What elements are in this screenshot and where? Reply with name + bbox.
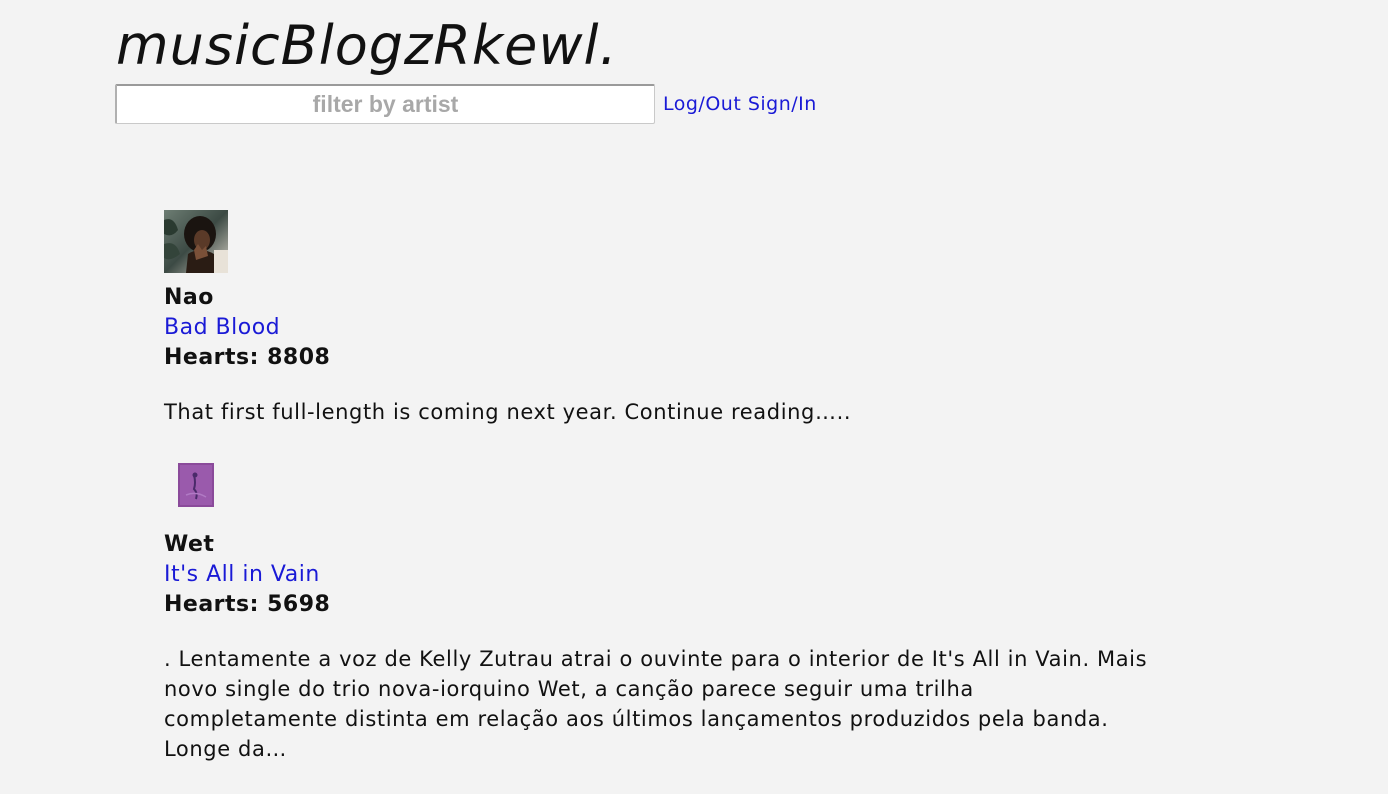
song-link[interactable]: Bad Blood [164, 313, 1154, 343]
post-excerpt: That first full-length is coming next ye… [164, 400, 852, 424]
filter-by-artist-input[interactable] [115, 84, 655, 124]
artist-thumbnail[interactable] [164, 210, 228, 273]
post-item: Nao Bad Blood Hearts: 8808 That first fu… [164, 210, 1154, 427]
post-list: Nao Bad Blood Hearts: 8808 That first fu… [164, 210, 1154, 794]
artist-name: Wet [164, 532, 215, 557]
artist-name: Nao [164, 285, 214, 310]
post-excerpt: . Lentamente a voz de Kelly Zutrau atrai… [164, 647, 1148, 761]
wet-album-cover-image [164, 457, 228, 520]
hearts-count: Hearts: 5698 [164, 592, 331, 617]
site-header: musicBlogzRkewl. [116, 14, 618, 78]
search-row: Log/Out Sign/In [115, 84, 817, 124]
song-link[interactable]: It's All in Vain [164, 560, 1154, 590]
artist-thumbnail[interactable] [164, 457, 228, 520]
site-title: musicBlogzRkewl. [116, 14, 618, 77]
login-signin-link[interactable]: Log/Out Sign/In [663, 93, 817, 115]
post-item: Wet It's All in Vain Hearts: 5698 . Lent… [164, 457, 1154, 764]
nao-photo-image [164, 210, 228, 273]
hearts-count: Hearts: 8808 [164, 345, 331, 370]
